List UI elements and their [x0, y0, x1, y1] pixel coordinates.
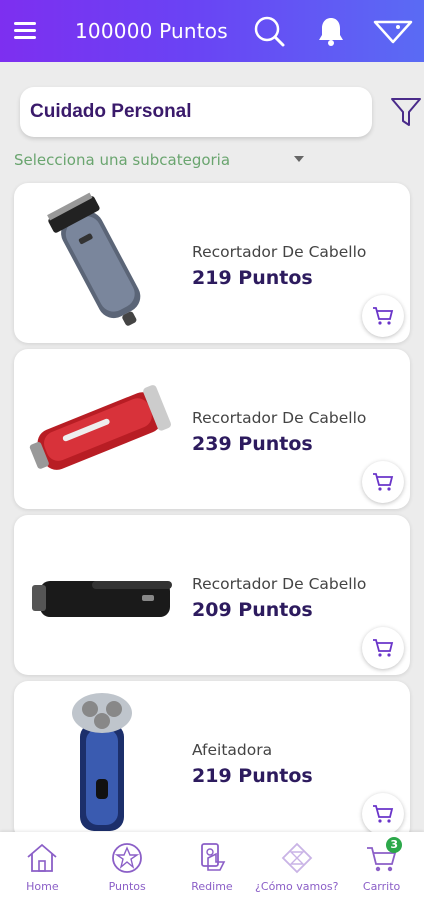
nav-redime-label: Redime	[191, 880, 233, 893]
cart-icon	[373, 307, 394, 325]
bottom-navigation: Home Puntos Redime ¿Cómo vamos? 3 Carrit…	[0, 832, 424, 900]
product-price: 219 Puntos	[192, 267, 313, 289]
redeem-icon	[201, 843, 226, 871]
category-label: Cuidado Personal	[30, 101, 192, 122]
hair-clipper-image	[29, 385, 171, 470]
product-name: Afeitadora	[192, 741, 273, 759]
product-card[interactable]: Recortador De Cabello 219 Puntos	[14, 183, 410, 343]
cart-icon	[373, 805, 394, 823]
nav-carrito[interactable]: 3 Carrito	[339, 832, 424, 900]
bell-icon[interactable]	[314, 14, 348, 48]
product-card[interactable]: Recortador De Cabello 209 Puntos	[14, 515, 410, 675]
caret-down-icon	[294, 156, 304, 162]
cart-count-badge: 3	[386, 837, 403, 853]
nav-home-label: Home	[26, 880, 59, 893]
product-name: Recortador De Cabello	[192, 575, 367, 593]
nav-home[interactable]: Home	[0, 832, 85, 900]
nav-redime[interactable]: Redime	[170, 832, 255, 900]
nav-puntos[interactable]: Puntos	[85, 832, 170, 900]
cart-icon	[373, 473, 394, 491]
product-card[interactable]: Afeitadora 219 Puntos	[14, 681, 410, 841]
filter-icon[interactable]	[390, 96, 422, 128]
progress-icon	[281, 842, 313, 874]
product-price: 239 Puntos	[192, 433, 313, 455]
menu-icon[interactable]	[14, 20, 38, 40]
dropdown-icon[interactable]	[372, 14, 414, 48]
product-name: Recortador De Cabello	[192, 243, 367, 261]
add-to-cart-button[interactable]	[362, 627, 404, 669]
cart-icon	[373, 639, 394, 657]
search-icon[interactable]	[252, 14, 286, 48]
hair-trimmer-image	[32, 581, 172, 617]
home-icon	[27, 843, 57, 872]
subcategory-placeholder: Selecciona una subcategoria	[14, 151, 231, 169]
subcategory-dropdown[interactable]: Selecciona una subcategoria	[14, 150, 304, 170]
nav-como-vamos-label: ¿Cómo vamos?	[255, 880, 339, 893]
product-price: 209 Puntos	[192, 599, 313, 621]
add-to-cart-button[interactable]	[362, 793, 404, 835]
hair-clipper-image	[47, 192, 141, 326]
add-to-cart-button[interactable]	[362, 295, 404, 337]
app-header: 100000 Puntos	[0, 0, 424, 62]
nav-como-vamos[interactable]: ¿Cómo vamos?	[254, 832, 339, 900]
rotary-shaver-image	[72, 693, 132, 831]
points-balance: 100000 Puntos	[75, 19, 228, 43]
add-to-cart-button[interactable]	[362, 461, 404, 503]
category-selector[interactable]: Cuidado Personal	[20, 87, 372, 137]
product-name: Recortador De Cabello	[192, 409, 367, 427]
points-icon	[112, 843, 143, 873]
nav-carrito-label: Carrito	[362, 880, 401, 893]
product-card[interactable]: Recortador De Cabello 239 Puntos	[14, 349, 410, 509]
nav-puntos-label: Puntos	[108, 880, 146, 893]
product-price: 219 Puntos	[192, 765, 313, 787]
